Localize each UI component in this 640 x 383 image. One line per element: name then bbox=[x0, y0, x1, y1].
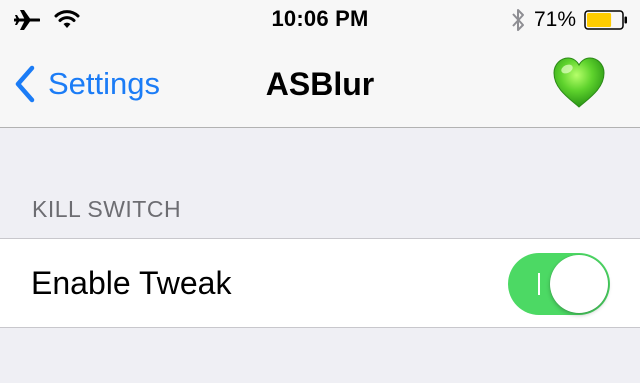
navigation-bar: Settings ASBlur bbox=[0, 40, 640, 128]
status-bar: 10:06 PM 71% bbox=[0, 0, 640, 40]
enable-tweak-label: Enable Tweak bbox=[31, 265, 232, 301]
battery-icon bbox=[584, 10, 628, 30]
section-header-kill-switch: KILL SWITCH bbox=[32, 196, 182, 222]
green-heart-icon[interactable] bbox=[550, 54, 608, 112]
status-bar-right: 71% bbox=[510, 6, 628, 34]
bluetooth-icon bbox=[512, 9, 524, 31]
switch-knob bbox=[550, 255, 608, 313]
switch-on-indicator bbox=[538, 273, 540, 295]
page-title: ASBlur bbox=[265, 66, 375, 102]
table-row: Enable Tweak bbox=[0, 238, 640, 328]
battery-percent: 71% bbox=[533, 8, 576, 31]
enable-tweak-toggle[interactable] bbox=[508, 253, 610, 315]
